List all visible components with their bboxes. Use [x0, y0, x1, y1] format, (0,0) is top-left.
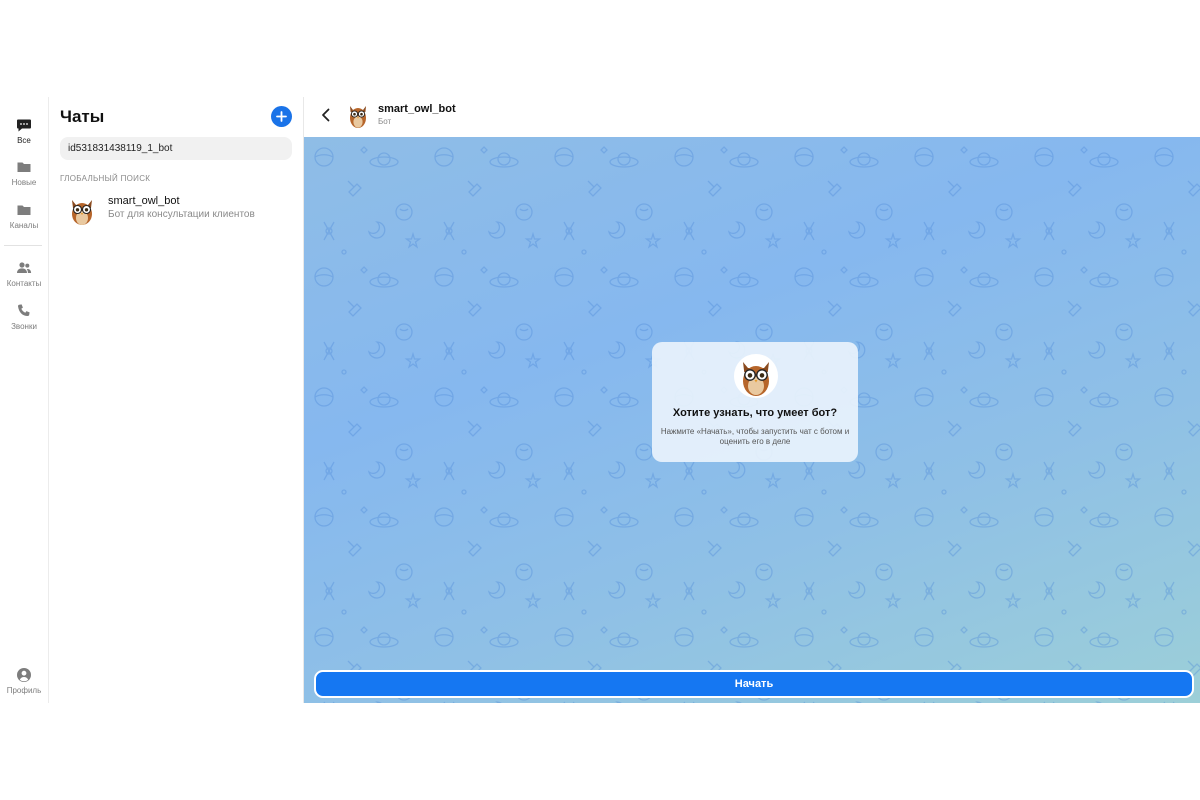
bot-intro-card: Хотите узнать, что умеет бот? Нажмите «Н…: [652, 342, 858, 462]
result-name: smart_owl_bot: [108, 195, 180, 207]
chat-subtitle: Бот: [378, 117, 392, 126]
messenger-app: Все Новые Каналы Контакты Звонки Профиль…: [0, 97, 1200, 703]
chat-header: smart_owl_bot Бот: [304, 97, 1200, 137]
folder-icon: [17, 205, 31, 215]
chats-panel: Чаты ГЛОБАЛЬНЫЙ ПОИСК smar: [49, 97, 304, 703]
rail-label-contacts: Контакты: [6, 279, 42, 288]
rail-item-calls[interactable]: Звонки: [0, 303, 48, 331]
plus-icon: [276, 111, 287, 122]
rail-item-all[interactable]: Все: [0, 117, 48, 145]
rail-label-calls: Звонки: [11, 322, 37, 331]
intro-text: Нажмите «Начать», чтобы запустить чат с …: [660, 427, 850, 446]
chevron-left-icon[interactable]: [318, 107, 334, 123]
owl-avatar: [66, 195, 98, 227]
people-icon: [17, 262, 32, 273]
rail-item-new[interactable]: Новые: [0, 159, 48, 187]
owl-avatar[interactable]: [347, 103, 369, 129]
rail-item-contacts[interactable]: Контакты: [0, 260, 48, 288]
rail-item-profile[interactable]: Профиль: [0, 667, 48, 695]
phone-icon: [18, 304, 30, 316]
rail-label-all: Все: [17, 136, 31, 145]
rail-label-channels: Каналы: [9, 221, 39, 230]
start-button[interactable]: Начать: [314, 670, 1194, 698]
chat-bubble-icon: [17, 119, 31, 132]
rail-divider: [4, 245, 42, 246]
global-search-label: ГЛОБАЛЬНЫЙ ПОИСК: [60, 174, 151, 183]
rail-label-new: Новые: [11, 178, 37, 187]
search-input[interactable]: [60, 137, 292, 160]
profile-icon: [17, 668, 31, 682]
owl-avatar: [734, 354, 778, 398]
chat-area: smart_owl_bot Бот Хотите узнать, что уме…: [304, 97, 1200, 703]
folder-icon: [17, 162, 31, 172]
chat-title[interactable]: smart_owl_bot: [378, 103, 456, 115]
page-title: Чаты: [60, 107, 105, 126]
rail-item-channels[interactable]: Каналы: [0, 202, 48, 230]
search-result-item[interactable]: smart_owl_bot Бот для консультации клиен…: [49, 193, 303, 233]
intro-title: Хотите узнать, что умеет бот?: [672, 407, 838, 419]
rail-label-profile: Профиль: [6, 686, 42, 695]
chat-background: Хотите узнать, что умеет бот? Нажмите «Н…: [304, 137, 1200, 703]
result-description: Бот для консультации клиентов: [108, 209, 255, 220]
nav-rail: Все Новые Каналы Контакты Звонки Профиль: [0, 97, 49, 703]
new-chat-button[interactable]: [271, 106, 292, 127]
